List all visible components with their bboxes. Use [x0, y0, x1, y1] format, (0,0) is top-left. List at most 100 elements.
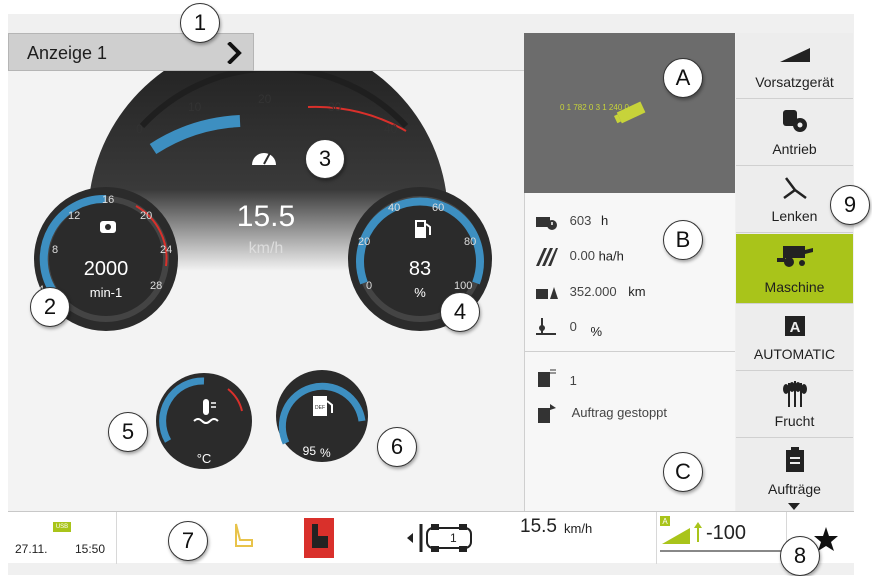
def-level-gauge: DEF 95 %: [276, 370, 368, 462]
header-height-bar: [660, 550, 786, 552]
engine-hours-value: 603: [569, 213, 592, 228]
callout-3: 3: [305, 139, 345, 179]
sidebar-item-label: AUTOMATIC: [753, 346, 836, 362]
automatic-a-icon: A: [784, 316, 805, 336]
job-status-row: Auftrag gestoppt: [536, 404, 667, 424]
job-list-icon: [538, 369, 556, 387]
engine-hours-unit: h: [600, 213, 609, 228]
callout-5: 5: [108, 412, 148, 452]
engine-hours-icon: [536, 216, 557, 230]
area-rate-row: 0.00 ha/h: [536, 248, 624, 266]
jobs-clipboard-icon: [785, 447, 804, 472]
header-height-icon[interactable]: A: [660, 516, 706, 548]
speed-tick-30: 30: [328, 100, 342, 114]
usb-icon: USB: [53, 522, 71, 532]
drive-gear-icon: [782, 110, 807, 132]
speed-value: 15.5: [237, 200, 295, 233]
fuel-tick-100: 100: [454, 280, 472, 292]
steering-wheel-position-icon[interactable]: [403, 522, 483, 554]
callout-a: A: [663, 58, 703, 98]
callout-2: 2: [30, 287, 70, 327]
coolant-unit: °C: [197, 451, 212, 466]
callout-8: 8: [780, 536, 820, 576]
slope-row: 0 %: [536, 318, 603, 340]
operator-warning-icon[interactable]: [304, 518, 334, 558]
status-time: 15:50: [75, 542, 106, 556]
callout-c: C: [663, 452, 703, 492]
speed-tick-0: 0: [136, 122, 143, 136]
callout-7: 7: [168, 521, 208, 561]
callout-1: 1: [180, 3, 220, 43]
job-stopped-icon: [538, 404, 556, 423]
distance-unit: km: [628, 284, 646, 299]
steering-icon: [782, 177, 807, 200]
fuel-value: 83: [409, 258, 431, 280]
fuel-tick-40: 40: [388, 202, 400, 214]
distance-value: 352.000: [569, 284, 617, 299]
sidebar-item-frucht[interactable]: Frucht: [736, 372, 853, 438]
distance-icon: [536, 286, 558, 299]
rpm-unit: min-1: [90, 285, 123, 300]
wheel-number: 1: [450, 531, 457, 545]
divider: [524, 351, 735, 352]
fuel-unit: %: [414, 285, 426, 300]
def-icon-text: DEF: [315, 405, 325, 411]
sidebar-item-automatic[interactable]: A AUTOMATIC: [736, 305, 853, 371]
rpm-tick-12: 12: [68, 210, 80, 222]
area-rate-unit: ha/h: [598, 248, 624, 264]
def-unit: %: [320, 446, 331, 460]
seat-icon[interactable]: [230, 522, 256, 550]
svg-text:A: A: [789, 319, 800, 336]
rpm-tick-8: 8: [52, 244, 58, 256]
divider: [656, 512, 657, 564]
scroll-down-icon[interactable]: [788, 503, 800, 511]
wheat-crop-icon: [782, 381, 807, 407]
job-status-text: Auftrag gestoppt: [571, 405, 668, 421]
sidebar-item-label: Maschine: [764, 279, 825, 295]
engine-icon: [100, 221, 116, 233]
chevron-right-icon[interactable]: [227, 42, 243, 64]
machine-position-icon: [613, 101, 646, 124]
rpm-tick-20: 20: [140, 210, 152, 222]
rpm-tick-16: 16: [102, 194, 114, 206]
slope-icon: [536, 318, 556, 335]
gauge-cluster: 0 10 20 30 40 15.5 km/h 4 8 12 16 20 24 …: [34, 71, 492, 469]
slope-unit: %: [590, 324, 603, 340]
callout-4: 4: [440, 292, 480, 332]
fuel-tick-0: 0: [366, 280, 372, 292]
header-height-value: -100: [706, 522, 747, 544]
area-rate-icon: [536, 248, 558, 266]
status-date: 27.11.: [15, 542, 48, 556]
job-count-value: 1: [569, 373, 577, 389]
speed-tick-10: 10: [188, 100, 202, 114]
callout-b: B: [663, 220, 703, 260]
combine-harvester-icon: [776, 246, 813, 267]
job-count-row: 1: [536, 368, 577, 388]
speed-unit: km/h: [249, 240, 284, 257]
rpm-tick-24: 24: [160, 244, 172, 256]
sidebar-item-label: Aufträge: [768, 481, 821, 497]
fuel-tick-80: 80: [464, 236, 476, 248]
callout-9: 9: [830, 185, 870, 225]
rpm-value: 2000: [84, 258, 129, 280]
sidebar-item-maschine[interactable]: Maschine: [736, 234, 853, 304]
divider: [116, 512, 117, 564]
engine-hours-row: 603 h: [536, 213, 608, 230]
sidebar-menu: Vorsatzgerät Antrieb Lenken Maschine A A…: [736, 33, 853, 511]
coolant-temp-gauge: °C: [156, 373, 252, 469]
sidebar-item-vorsatzgeraet[interactable]: Vorsatzgerät: [736, 33, 853, 99]
svg-text:A: A: [662, 517, 668, 526]
distance-row: 352.000 km: [536, 284, 646, 301]
fuel-tick-20: 20: [358, 236, 370, 248]
sidebar-item-antrieb[interactable]: Antrieb: [736, 100, 853, 166]
status-speed-value: 15.5: [520, 516, 557, 537]
sidebar-item-label: Vorsatzgerät: [755, 74, 834, 90]
def-value: 95: [303, 444, 317, 458]
display-title: Anzeige 1: [27, 43, 108, 63]
sidebar-item-auftraege[interactable]: Aufträge: [736, 439, 853, 505]
status-bar: USB 27.11. 15:50 1 15.5 km/h A -100: [8, 511, 854, 564]
status-speed-unit: km/h: [564, 521, 593, 536]
area-rate-value: 0.00: [569, 248, 595, 264]
display-selector[interactable]: Anzeige 1: [8, 33, 254, 71]
slope-value: 0: [569, 319, 577, 335]
